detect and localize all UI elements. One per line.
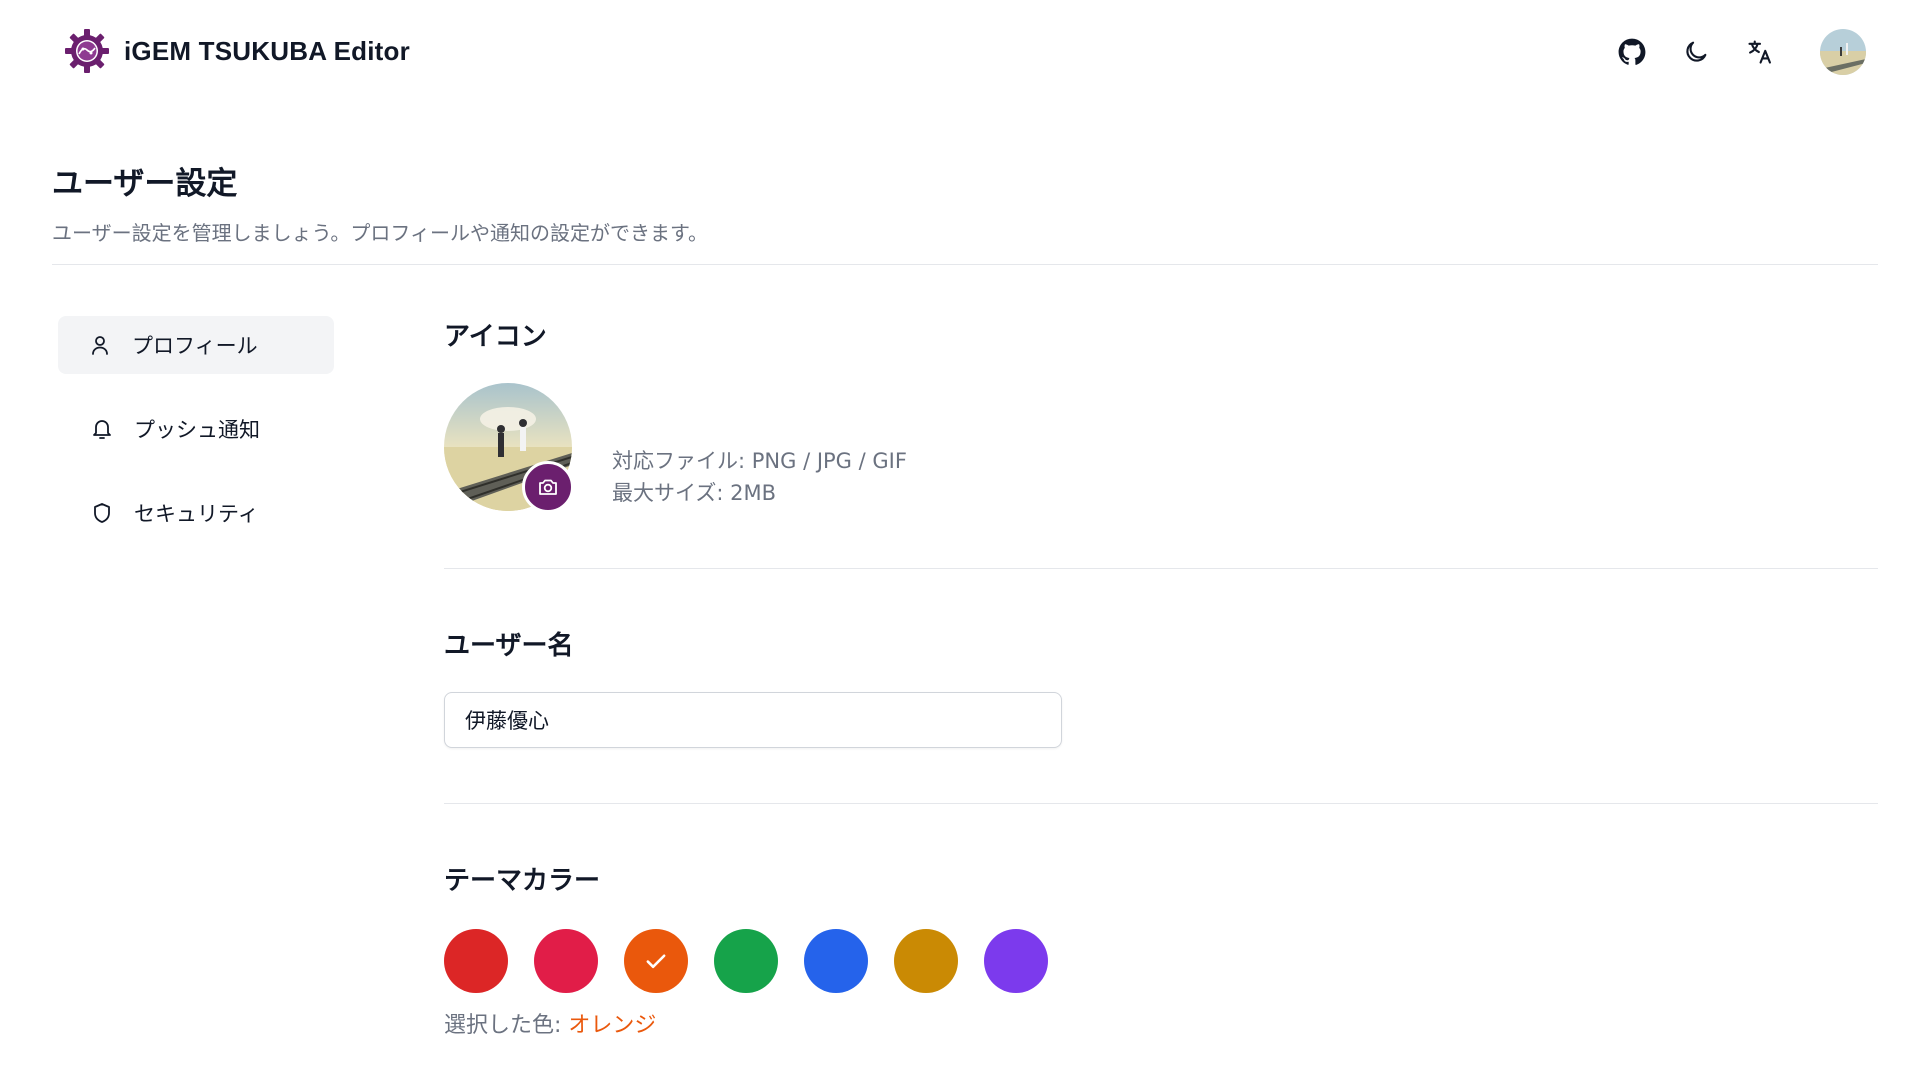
- header-actions: [1608, 28, 1866, 76]
- section-title-theme: テーマカラー: [444, 866, 601, 896]
- moon-icon: [1686, 41, 1707, 62]
- section-title-username: ユーザー名: [444, 631, 574, 661]
- brand[interactable]: iGEM TSUKUBA Editor: [64, 28, 410, 74]
- selected-color-value: オレンジ: [568, 1013, 657, 1038]
- color-swatches: [444, 929, 1878, 993]
- theme-section: テーマカラー 選択した色: オレンジ: [444, 804, 1878, 1039]
- sidebar-item-label: プロフィール: [132, 334, 258, 358]
- bell-icon: [90, 417, 114, 441]
- swatch-green[interactable]: [714, 929, 778, 993]
- camera-icon: [539, 479, 557, 495]
- shield-icon: [90, 501, 114, 525]
- settings-main: アイコン 対応ファイル: PNG / JPG / GIF 最大サイズ: 2MB …: [444, 316, 1878, 1039]
- swatch-orange[interactable]: [624, 929, 688, 993]
- icon-section: アイコン 対応ファイル: PNG / JPG / GIF 最大サイズ: 2MB: [444, 316, 1878, 568]
- sidebar-item-security[interactable]: セキュリティ: [58, 484, 334, 542]
- swatch-blue[interactable]: [804, 929, 868, 993]
- dark-mode-toggle[interactable]: [1672, 28, 1720, 76]
- page-title: ユーザー設定: [52, 166, 238, 202]
- sidebar-item-push-notifications[interactable]: プッシュ通知: [58, 400, 334, 458]
- github-icon: [1618, 38, 1646, 65]
- app-name: iGEM TSUKUBA Editor: [124, 35, 410, 66]
- header-divider: [52, 264, 1878, 265]
- avatar-image-icon: [1820, 29, 1866, 75]
- swatch-rose[interactable]: [534, 929, 598, 993]
- sidebar-item-label: セキュリティ: [134, 502, 259, 526]
- sidebar-item-label: プッシュ通知: [134, 418, 260, 442]
- github-button[interactable]: [1608, 28, 1656, 76]
- check-icon: [646, 954, 666, 969]
- page-heading: ユーザー設定 ユーザー設定を管理しましょう。プロフィールや通知の設定ができます。: [52, 158, 708, 246]
- section-title-icon: アイコン: [444, 322, 547, 352]
- username-section: ユーザー名: [444, 569, 1878, 803]
- user-avatar[interactable]: [1820, 29, 1866, 75]
- swatch-violet[interactable]: [984, 929, 1048, 993]
- sidebar-item-profile[interactable]: プロフィール: [58, 316, 334, 374]
- selected-color-text: 選択した色: オレンジ: [444, 1007, 1878, 1039]
- username-input[interactable]: [444, 692, 1062, 748]
- file-requirements: 対応ファイル: PNG / JPG / GIF 最大サイズ: 2MB: [612, 445, 907, 511]
- page-description: ユーザー設定を管理しましょう。プロフィールや通知の設定ができます。: [52, 221, 708, 245]
- max-size-text: 最大サイズ: 2MB: [612, 481, 777, 505]
- translate-icon: [1748, 40, 1771, 64]
- swatch-red[interactable]: [444, 929, 508, 993]
- app-header: iGEM TSUKUBA Editor: [0, 0, 1920, 104]
- supported-files-text: 対応ファイル: PNG / JPG / GIF: [612, 449, 907, 473]
- settings-sidebar: プロフィール プッシュ通知 セキュリティ: [58, 316, 334, 568]
- user-icon: [88, 333, 112, 357]
- profile-avatar[interactable]: [444, 383, 574, 513]
- swatch-amber[interactable]: [894, 929, 958, 993]
- language-button[interactable]: [1736, 28, 1784, 76]
- change-avatar-button[interactable]: [522, 461, 574, 513]
- selected-color-label: 選択した色:: [444, 1013, 569, 1038]
- igem-logo-icon: [65, 29, 109, 73]
